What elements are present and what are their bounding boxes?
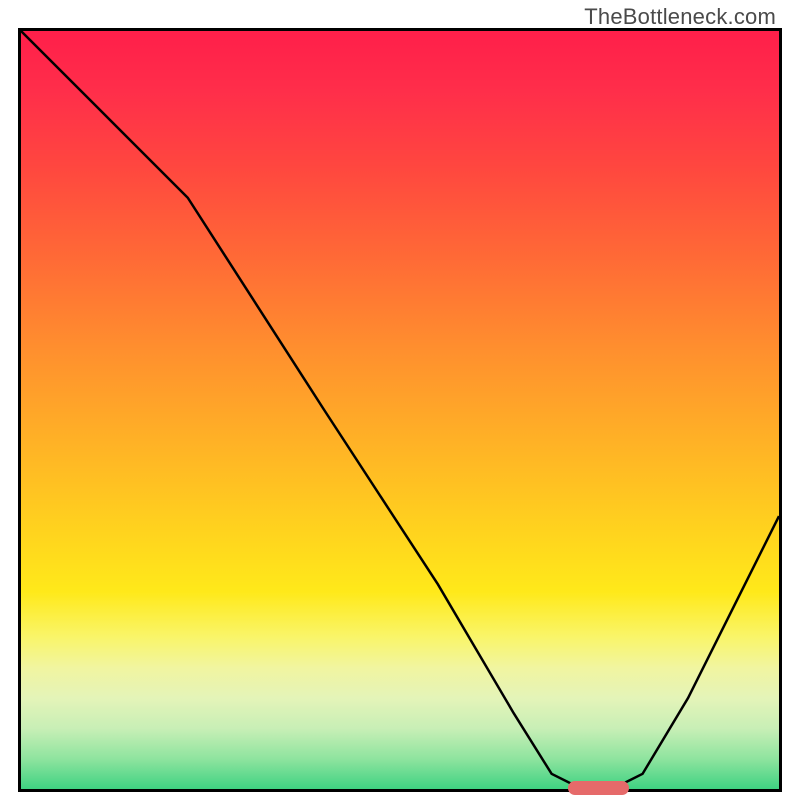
curve-layer: [21, 31, 779, 789]
optimal-range-marker: [568, 781, 629, 795]
bottleneck-curve: [21, 31, 779, 789]
plot-area: [18, 28, 782, 792]
watermark-text: TheBottleneck.com: [584, 4, 776, 30]
